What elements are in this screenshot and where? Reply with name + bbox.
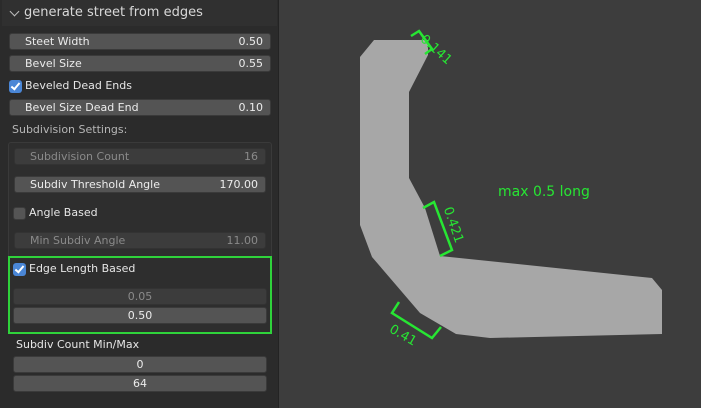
bevel-size-label: Bevel Size — [25, 57, 82, 70]
min-subdiv-angle-field: Min Subdiv Angle 11.00 — [14, 232, 266, 249]
min-subdiv-angle-label: Min Subdiv Angle — [30, 234, 126, 247]
subdiv-count-min-field[interactable]: 0 — [13, 356, 267, 373]
subdivision-count-label: Subdivision Count — [30, 150, 130, 163]
threshold-angle-label: Subdiv Threshold Angle — [30, 178, 160, 191]
bevel-size-dead-end-label: Bevel Size Dead End — [25, 101, 139, 114]
bevel-size-field[interactable]: Bevel Size 0.55 — [9, 55, 271, 72]
bevel-size-dead-end-value: 0.10 — [238, 101, 264, 114]
viewport[interactable] — [280, 0, 701, 408]
edge-length-min-value: 0.05 — [127, 290, 153, 303]
edge-length-max-field[interactable]: 0.50 — [13, 307, 267, 324]
angle-based-label: Angle Based — [29, 206, 98, 219]
panel-title: generate street from edges — [24, 5, 203, 20]
subdiv-count-max-value: 64 — [133, 377, 147, 390]
beveled-dead-ends-checkbox[interactable] — [9, 80, 22, 93]
street-width-field[interactable]: Steet Width 0.50 — [9, 33, 271, 50]
bevel-size-dead-end-field[interactable]: Bevel Size Dead End 0.10 — [9, 99, 271, 116]
edge-length-based-checkbox[interactable] — [13, 263, 26, 276]
min-subdiv-angle-value: 11.00 — [226, 234, 259, 247]
edge-length-max-value: 0.50 — [127, 309, 153, 322]
subdiv-count-minmax-label: Subdiv Count Min/Max — [16, 338, 140, 351]
subdiv-count-min-value: 0 — [136, 358, 144, 371]
panel-header[interactable]: generate street from edges — [2, 0, 277, 26]
edge-length-min-field: 0.05 — [13, 288, 267, 305]
subdivision-count-value: 16 — [244, 150, 258, 163]
angle-based-checkbox[interactable] — [13, 207, 26, 220]
properties-panel: generate street from edges Steet Width 0… — [0, 0, 279, 408]
street-width-label: Steet Width — [25, 35, 90, 48]
threshold-angle-field[interactable]: Subdiv Threshold Angle 170.00 — [14, 176, 266, 193]
subdiv-count-max-field[interactable]: 64 — [13, 375, 267, 392]
threshold-angle-value: 170.00 — [219, 178, 259, 191]
beveled-dead-ends-label: Beveled Dead Ends — [25, 79, 132, 92]
chevron-down-icon[interactable] — [9, 6, 20, 17]
street-width-value: 0.50 — [238, 35, 264, 48]
subdivision-settings-heading: Subdivision Settings: — [12, 123, 128, 136]
max-length-note: max 0.5 long — [498, 184, 590, 200]
subdivision-count-field: Subdivision Count 16 — [14, 148, 266, 165]
bevel-size-value: 0.55 — [238, 57, 264, 70]
edge-length-based-label: Edge Length Based — [29, 262, 136, 275]
